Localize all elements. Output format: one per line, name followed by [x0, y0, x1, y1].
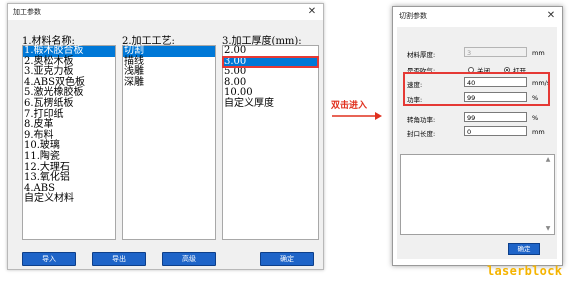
process-params-dialog: 加工参数 ✕ 1.材料名称: 2.加工工艺: 3.加工厚度(mm): 1.椴木胶… — [7, 3, 324, 270]
thickness-list-item[interactable]: 自定义厚度 — [223, 98, 318, 110]
confirm-button[interactable]: 确定 — [508, 243, 540, 255]
speed-power-highlight — [403, 72, 550, 106]
brand-watermark: laserblock — [487, 264, 563, 278]
close-icon[interactable]: ✕ — [303, 4, 321, 20]
corner-power-field[interactable]: 99 — [464, 112, 527, 122]
material-list[interactable]: 1.椴木胶合板 2.奥松木板 3.亚克力板 4.ABS双色板 5.激光橡胶板 6.瓦楞纸板… — [22, 45, 116, 240]
thickness-label: 材料厚度: — [407, 51, 436, 59]
dialog-title: 加工参数 — [8, 4, 323, 20]
thickness-list-item[interactable]: 2.00 — [223, 45, 318, 57]
thickness-list[interactable]: 2.00 3.00 5.00 8.00 10.00 自定义厚度 — [222, 45, 319, 240]
dialog-title: 切割参数 — [393, 7, 562, 25]
right-arrow-icon — [332, 112, 382, 120]
corner-power-label: 转角功率: — [407, 116, 436, 124]
advanced-button[interactable]: 高级 — [162, 252, 216, 266]
notes-textarea[interactable]: ▲ ▼ — [400, 154, 555, 235]
double-click-annotation: 双击进入 — [331, 101, 368, 111]
export-button[interactable]: 导出 — [92, 252, 146, 266]
seal-length-unit: mm — [532, 128, 545, 136]
process-list-item[interactable]: 切割 — [123, 45, 215, 57]
confirm-button[interactable]: 确定 — [260, 252, 314, 266]
seal-length-field[interactable]: 0 — [464, 126, 527, 136]
corner-power-unit: % — [532, 114, 539, 122]
thickness-field: 3 — [464, 47, 527, 57]
material-list-item[interactable]: 11.陶瓷 — [23, 151, 115, 163]
process-list-item[interactable]: 深雕 — [123, 77, 215, 89]
material-list-item[interactable]: 6.瓦楞纸板 — [23, 98, 115, 110]
process-list[interactable]: 切割 描线 浅雕 深雕 — [122, 45, 216, 240]
close-icon[interactable]: ✕ — [542, 8, 560, 24]
cut-params-dialog: 切割参数 ✕ 材料厚度: 3 mm 是否吹气: 关闭 打开 速度: 40 mm/… — [392, 6, 563, 266]
material-list-item[interactable]: 1.椴木胶合板 — [23, 45, 115, 57]
scroll-down-icon[interactable]: ▼ — [544, 225, 552, 233]
import-button[interactable]: 导入 — [22, 252, 76, 266]
scroll-up-icon[interactable]: ▲ — [544, 156, 552, 164]
seal-length-label: 封口长度: — [407, 130, 436, 138]
params-panel: 材料厚度: 3 mm 是否吹气: 关闭 打开 速度: 40 mm/s 功率: 9… — [397, 27, 557, 259]
thickness-unit: mm — [532, 49, 545, 57]
material-list-item[interactable]: 自定义材料 — [23, 194, 115, 205]
